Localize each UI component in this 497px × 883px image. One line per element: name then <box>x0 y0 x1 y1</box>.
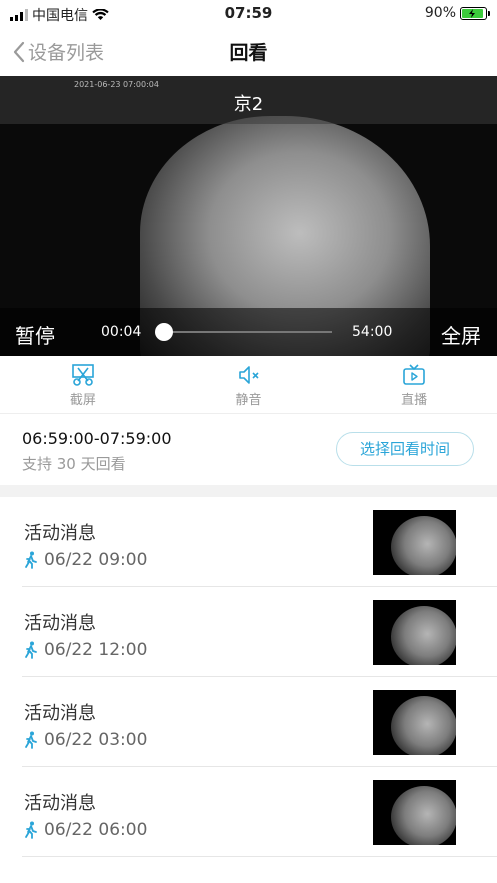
event-title: 活动消息 <box>24 523 96 544</box>
back-label: 设备列表 <box>28 42 105 64</box>
event-list: 活动消息 06/22 09:00 活动消息 06/22 12:00 活动消息 0… <box>0 497 497 857</box>
mute-icon <box>238 366 259 384</box>
range-subtitle: 支持 30 天回看 <box>22 455 126 473</box>
event-thumbnail[interactable] <box>373 690 456 755</box>
event-title: 活动消息 <box>24 613 96 634</box>
tool-row: 截屏 静音 直播 <box>0 356 497 414</box>
section-divider <box>0 485 497 497</box>
battery-percent: 90% <box>424 5 456 21</box>
pause-button[interactable]: 暂停 <box>15 320 55 349</box>
status-bar: 中国电信 07:59 90% <box>0 0 497 26</box>
event-time: 06/22 09:00 <box>44 550 148 570</box>
camera-name: 京2 <box>233 94 264 115</box>
screenshot-label: 截屏 <box>69 393 96 408</box>
fullscreen-button[interactable]: 全屏 <box>441 320 481 349</box>
mute-button[interactable]: 静音 <box>166 356 332 413</box>
battery-icon <box>460 6 490 20</box>
progress-knob[interactable] <box>155 323 173 341</box>
event-meta: 06/22 09:00 <box>24 550 147 570</box>
video-player[interactable]: 2021-06-23 07:00:04 京2 暂停 00:04 54:00 全屏 <box>0 76 497 356</box>
list-item[interactable]: 活动消息 06/22 09:00 <box>22 497 497 587</box>
event-thumbnail[interactable] <box>373 780 456 845</box>
walking-person-icon <box>25 731 37 749</box>
status-right: 90% <box>424 5 490 21</box>
progress-track[interactable] <box>164 331 332 333</box>
screenshot-button[interactable]: 截屏 <box>0 356 166 413</box>
event-time: 06/22 06:00 <box>44 820 148 840</box>
list-item[interactable]: 活动消息 06/22 12:00 <box>22 587 497 677</box>
walking-person-icon <box>25 821 37 839</box>
event-meta: 06/22 03:00 <box>24 730 147 750</box>
video-controls: 暂停 00:04 54:00 全屏 <box>0 308 497 356</box>
select-time-button[interactable]: 选择回看时间 <box>336 432 474 466</box>
video-timestamp: 2021-06-23 07:00:04 <box>74 80 159 89</box>
range-time: 06:59:00-07:59:00 <box>22 429 172 448</box>
live-tv-icon <box>403 364 425 385</box>
event-thumbnail[interactable] <box>373 600 456 665</box>
live-label: 直播 <box>401 393 428 408</box>
event-title: 活动消息 <box>24 703 96 724</box>
list-item[interactable]: 活动消息 06/22 03:00 <box>22 677 497 767</box>
event-meta: 06/22 06:00 <box>24 820 147 840</box>
screenshot-icon <box>72 364 94 386</box>
live-button[interactable]: 直播 <box>331 356 497 413</box>
event-time: 06/22 12:00 <box>44 640 148 660</box>
event-time: 06/22 03:00 <box>44 730 148 750</box>
walking-person-icon <box>25 641 37 659</box>
battery-fill <box>462 8 483 18</box>
charging-bolt-icon <box>469 8 476 18</box>
current-time: 00:04 <box>101 324 142 340</box>
list-item[interactable]: 活动消息 06/22 06:00 <box>22 767 497 857</box>
mute-label: 静音 <box>235 393 262 408</box>
chevron-left-icon <box>13 41 25 62</box>
total-time: 54:00 <box>352 324 393 340</box>
back-button[interactable]: 设备列表 <box>12 38 104 65</box>
event-meta: 06/22 12:00 <box>24 640 147 660</box>
status-time: 07:59 <box>224 4 273 22</box>
event-thumbnail[interactable] <box>373 510 456 575</box>
nav-bar: 设备列表 回看 <box>0 26 497 76</box>
playback-range: 06:59:00-07:59:00 支持 30 天回看 选择回看时间 <box>0 415 497 485</box>
walking-person-icon <box>25 551 37 569</box>
event-title: 活动消息 <box>24 793 96 814</box>
